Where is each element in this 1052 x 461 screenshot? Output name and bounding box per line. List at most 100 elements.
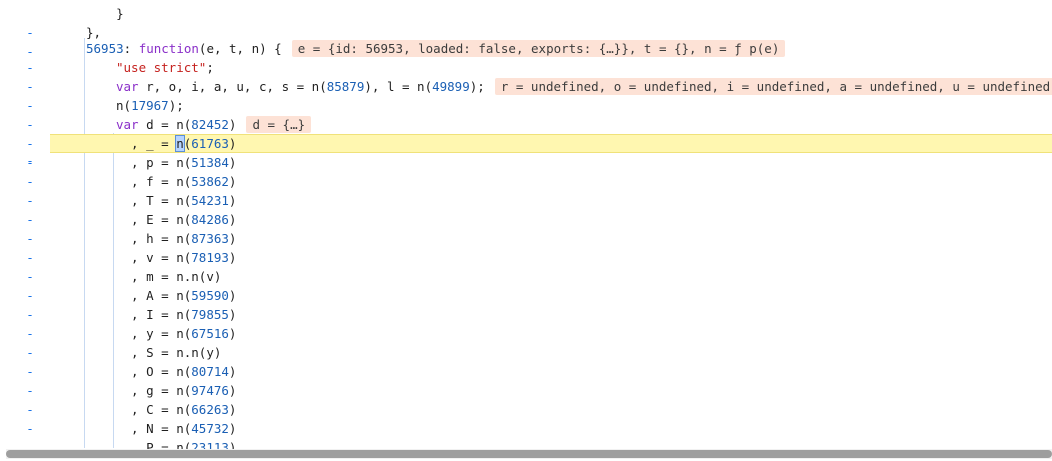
code-token: = [153, 421, 177, 436]
scrollbar-thumb[interactable] [6, 450, 1052, 458]
module-id: 87363 [191, 231, 229, 246]
code-line[interactable]: - 56953: function(e, t, n) {e = {id: 569… [0, 39, 1052, 75]
code-token: , [116, 288, 147, 303]
module-id: 97476 [191, 383, 229, 398]
code-line[interactable]: - , p = n(51384) [0, 153, 1052, 172]
gutter-marker: - [26, 288, 34, 303]
module-id: 49899 [432, 79, 470, 94]
code-text: , p = n(51384) [116, 153, 236, 172]
code-token: ) [228, 250, 237, 265]
module-id: 59590 [191, 288, 229, 303]
module-id: 78193 [191, 250, 229, 265]
code-text: , C = n(66263) [116, 400, 236, 419]
module-id: 84286 [191, 212, 229, 227]
inline-debug-value[interactable]: d = {…} [246, 116, 312, 133]
code-line[interactable]: - , v = n(78193) [0, 248, 1052, 267]
code-editor[interactable]: - } - }, - 56953: function(e, t, n) {e =… [0, 0, 1052, 461]
call-expression: n( [176, 326, 192, 341]
module-id: 82452 [191, 117, 229, 132]
code-line[interactable]: - , m = n.n(v) [0, 267, 1052, 286]
call-expression: n( [176, 212, 192, 227]
code-line[interactable]: - , f = n(53862) [0, 172, 1052, 191]
text-cursor-selection[interactable]: n [175, 135, 185, 152]
call-expression: n( [176, 250, 192, 265]
code-line[interactable]: - , E = n(84286) [0, 210, 1052, 229]
module-id: 80714 [191, 364, 229, 379]
variable-name: I [146, 307, 154, 322]
code-line[interactable]: - , I = n(79855) [0, 305, 1052, 324]
code-token: ), l = n( [364, 79, 433, 94]
code-token: , [116, 193, 147, 208]
code-text: , m = n.n(v) [116, 267, 221, 286]
gutter-marker: - [26, 364, 34, 379]
code-line[interactable]: - , T = n(54231) [0, 191, 1052, 210]
code-line[interactable]: - , y = n(67516) [0, 324, 1052, 343]
code-token: ) [228, 136, 237, 151]
code-text: 56953: function(e, t, n) {e = {id: 56953… [86, 39, 786, 58]
code-token: ) [228, 231, 237, 246]
code-token: n( [116, 98, 132, 113]
call-expression: n.n(v) [176, 269, 222, 284]
variable-name: N [146, 421, 154, 436]
code-line[interactable]: - , N = n(45732) [0, 419, 1052, 438]
module-id: 17967 [131, 98, 169, 113]
code-token: ) [228, 155, 237, 170]
gutter-marker: - [26, 155, 34, 170]
inline-debug-value[interactable]: r = undefined, o = undefined, i = undefi… [494, 78, 1052, 95]
code-line[interactable]: - , C = n(66263) [0, 400, 1052, 419]
gutter-marker: - [26, 345, 34, 360]
code-token: r, o, i, a, u, c, s = n( [138, 79, 327, 94]
code-text: , y = n(67516) [116, 324, 236, 343]
code-line[interactable]: - "use strict"; [0, 58, 1052, 94]
code-line[interactable]: - , S = n.n(y) [0, 343, 1052, 362]
code-text: , f = n(53862) [116, 172, 236, 191]
code-token: = [153, 345, 177, 360]
code-token: , [116, 421, 147, 436]
code-line[interactable]: - n(17967); [0, 96, 1052, 132]
code-line[interactable]: - , A = n(59590) [0, 286, 1052, 305]
call-expression: n( [176, 383, 192, 398]
code-token: , [116, 212, 147, 227]
variable-name: T [146, 193, 154, 208]
code-token: = [153, 231, 177, 246]
call-expression: n( [176, 421, 192, 436]
call-expression: n( [176, 402, 192, 417]
code-line[interactable]: - , O = n(80714) [0, 362, 1052, 381]
horizontal-scrollbar[interactable] [6, 449, 1052, 459]
code-token: ) [228, 117, 237, 132]
current-paused-line[interactable]: - , _ = n(61763) [26, 134, 1052, 168]
module-id: 85879 [326, 79, 365, 94]
code-token: , [116, 383, 147, 398]
code-token: ) [228, 326, 237, 341]
gutter-marker: - [26, 250, 34, 265]
code-line[interactable]: - , h = n(87363) [0, 229, 1052, 248]
code-line[interactable]: - , g = n(97476) [0, 381, 1052, 400]
code-token: = [153, 326, 177, 341]
code-text: "use strict"; [116, 58, 214, 77]
code-token: = [153, 212, 177, 227]
gutter-marker: - [26, 231, 34, 246]
gutter-marker: - [26, 307, 34, 322]
code-text: , I = n(79855) [116, 305, 236, 324]
code-line[interactable]: - var r, o, i, a, u, c, s = n(85879), l … [0, 77, 1052, 113]
gutter-marker: - [26, 136, 34, 151]
call-expression: n( [176, 364, 192, 379]
code-token: = [153, 383, 177, 398]
code-text: n(17967); [116, 96, 184, 115]
code-line[interactable]: - } [0, 4, 1052, 40]
inline-debug-value[interactable]: e = {id: 56953, loaded: false, exports: … [291, 40, 786, 57]
keyword-function: function [138, 41, 199, 56]
code-text: , h = n(87363) [116, 229, 236, 248]
code-text: , v = n(78193) [116, 248, 236, 267]
code-token: = [153, 193, 177, 208]
module-id: 67516 [191, 326, 229, 341]
code-token: , [116, 155, 147, 170]
module-id: 54231 [191, 193, 229, 208]
code-token: (e, t, n) { [198, 41, 282, 56]
code-text: , E = n(84286) [116, 210, 236, 229]
code-token: = [153, 288, 177, 303]
code-token: , _ = [116, 136, 177, 151]
code-token: ; [206, 60, 214, 75]
code-line[interactable]: - var d = n(82452) d = {…} [0, 115, 1052, 151]
gutter-marker: - [26, 383, 34, 398]
